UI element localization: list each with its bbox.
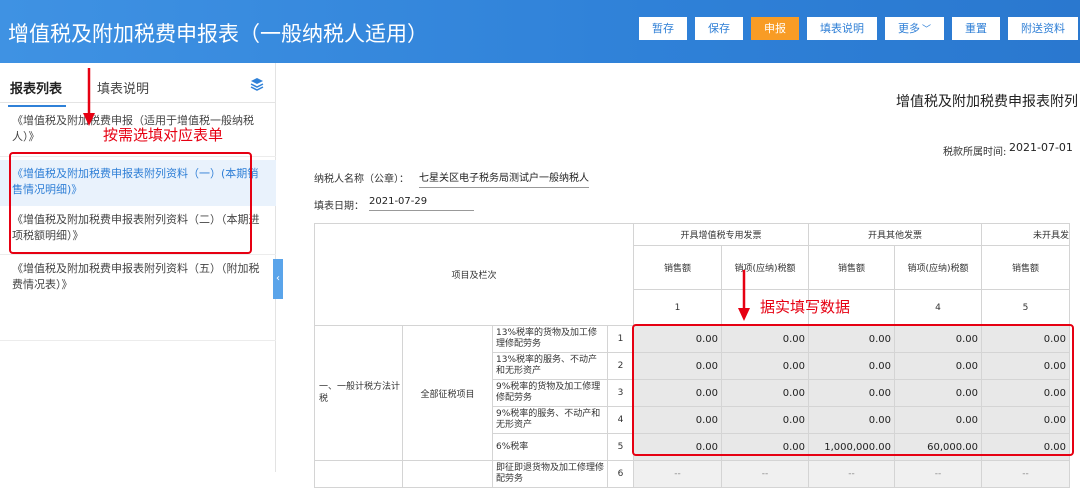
value-cell[interactable]: 0.00 [808, 352, 895, 380]
value-cell: -- [894, 460, 982, 488]
divider [0, 156, 276, 157]
value-cell[interactable]: 0.00 [721, 379, 809, 407]
layers-icon[interactable] [250, 77, 264, 91]
col-header: 销售额 [981, 245, 1070, 290]
row-number: 5 [607, 433, 634, 461]
section-label: 一、一般计税方法计税 [314, 325, 403, 461]
value-cell[interactable]: 0.00 [633, 325, 722, 353]
value-cell[interactable]: 0.00 [633, 379, 722, 407]
value-cell[interactable]: 0.00 [894, 379, 982, 407]
fill-date-value: 2021-07-29 [369, 196, 474, 211]
value-cell[interactable]: 0.00 [633, 352, 722, 380]
value-cell[interactable]: 0.00 [808, 406, 895, 434]
period-value: 2021-07-01 [1009, 141, 1073, 154]
value-cell[interactable]: 1,000,000.00 [808, 433, 895, 461]
value-cell[interactable]: 0.00 [721, 433, 809, 461]
value-cell: -- [808, 460, 895, 488]
app-title: 增值税及附加税费申报表（一般纳税人适用） [8, 22, 428, 46]
value-cell[interactable]: 0.00 [981, 325, 1070, 353]
reset-button[interactable]: 重置 [952, 17, 1001, 40]
value-cell[interactable]: 0.00 [981, 379, 1070, 407]
taxpayer-name: 七星关区电子税务局测试户一般纳税人 [419, 169, 589, 188]
taxpayer-label: 纳税人名称（公章）： [314, 174, 409, 185]
row-desc: 13%税率的货物及加工修理修配劳务 [492, 325, 608, 353]
temp-save-button[interactable]: 暂存 [639, 17, 687, 40]
section-label-empty [314, 460, 403, 488]
group-header: 开具增值税专用发票 [633, 223, 809, 246]
value-cell[interactable]: 0.00 [721, 406, 809, 434]
declare-button[interactable]: 申报 [751, 17, 799, 40]
row-number: 3 [607, 379, 634, 407]
attach-docs-button[interactable]: 附送资料 [1008, 17, 1079, 40]
list-item-selected[interactable]: 《增值税及附加税费申报表附列资料（一）(本期销售情况明细)》 [0, 160, 276, 206]
chevron-down-icon: ﹀ [922, 25, 932, 35]
top-header: 增值税及附加税费申报表（一般纳税人适用） 暂存 保存 申报 填表说明 更多 ﹀ 重… [0, 0, 1080, 63]
value-cell[interactable]: 0.00 [721, 325, 809, 353]
value-cell[interactable]: 0.00 [981, 406, 1070, 434]
annotation-arrow-down-icon [83, 68, 95, 126]
row-desc: 9%税率的货物及加工修理修配劳务 [492, 379, 608, 407]
chevron-left-icon: ‹ [276, 273, 280, 284]
value-cell[interactable]: 0.00 [894, 352, 982, 380]
subsection-label-empty [402, 460, 493, 488]
col-header: 销售额 [633, 245, 722, 290]
value-cell[interactable]: 0.00 [894, 406, 982, 434]
fill-date-label: 填表日期： [314, 201, 364, 212]
annotation-arrow-down-icon [738, 270, 750, 321]
row-desc: 即征即退货物及加工修理修配劳务 [492, 460, 608, 488]
row-number: 6 [607, 460, 634, 488]
value-cell[interactable]: 0.00 [981, 352, 1070, 380]
row-number: 2 [607, 352, 634, 380]
row-desc: 13%税率的服务、不动产和无形资产 [492, 352, 608, 380]
value-cell[interactable]: 0.00 [981, 433, 1070, 461]
col-number: 4 [894, 289, 982, 326]
subsection-label: 全部征税项目 [402, 325, 493, 461]
toolbar: 暂存 保存 申报 填表说明 更多 ﹀ 重置 附送资料 [639, 17, 1079, 40]
divider [0, 254, 276, 255]
row-number: 4 [607, 406, 634, 434]
fill-guide-button[interactable]: 填表说明 [807, 17, 877, 40]
value-cell[interactable]: 0.00 [808, 325, 895, 353]
col-number: 5 [981, 289, 1070, 326]
value-cell[interactable]: 0.00 [721, 352, 809, 380]
col-header: 销售额 [808, 245, 895, 290]
col-number: 1 [633, 289, 722, 326]
document-title: 增值税及附加税费申报表附列 [896, 94, 1078, 110]
period-label: 税款所属时间: [943, 147, 1007, 158]
row-desc: 9%税率的服务、不动产和无形资产 [492, 406, 608, 434]
sidebar-collapse-handle[interactable]: ‹ [273, 259, 283, 299]
list-item[interactable]: 《增值税及附加税费申报表附列资料（五）（附加税费情况表）》 [0, 261, 276, 307]
annotation-table-note: 据实填写数据 [760, 298, 851, 316]
row-number: 1 [607, 325, 634, 353]
item-header: 项目及栏次 [314, 223, 634, 326]
sidebar-tabs: 报表列表 填表说明 [0, 63, 276, 107]
value-cell: -- [721, 460, 809, 488]
value-cell[interactable]: 60,000.00 [894, 433, 982, 461]
main-panel: 增值税及附加税费申报表附列 税款所属时间: 2021-07-01 纳税人名称（公… [284, 63, 1080, 488]
divider [0, 340, 276, 341]
more-label: 更多 [898, 22, 920, 35]
sales-detail-table: 项目及栏次 开具增值税专用发票 开具其他发票 未开具发 销售额 销项(应纳)税额… [314, 223, 1070, 488]
value-cell: -- [633, 460, 722, 488]
list-item[interactable]: 《增值税及附加税费申报表附列资料（二）（本期进项税额明细）》 [0, 208, 276, 252]
value-cell[interactable]: 0.00 [633, 406, 722, 434]
tab-report-list[interactable]: 报表列表 [7, 78, 67, 107]
tab-fill-guide[interactable]: 填表说明 [97, 78, 149, 97]
group-header: 开具其他发票 [808, 223, 982, 246]
col-header: 销项(应纳)税额 [721, 245, 809, 290]
annotation-sidebar-note: 按需选填对应表单 [103, 126, 224, 144]
more-button[interactable]: 更多 ﹀ [885, 17, 945, 40]
save-button[interactable]: 保存 [695, 17, 743, 40]
col-header: 销项(应纳)税额 [894, 245, 982, 290]
value-cell[interactable]: 0.00 [894, 325, 982, 353]
value-cell[interactable]: 0.00 [633, 433, 722, 461]
row-desc: 6%税率 [492, 433, 608, 461]
group-header: 未开具发 [981, 223, 1070, 246]
value-cell: -- [981, 460, 1070, 488]
value-cell[interactable]: 0.00 [808, 379, 895, 407]
